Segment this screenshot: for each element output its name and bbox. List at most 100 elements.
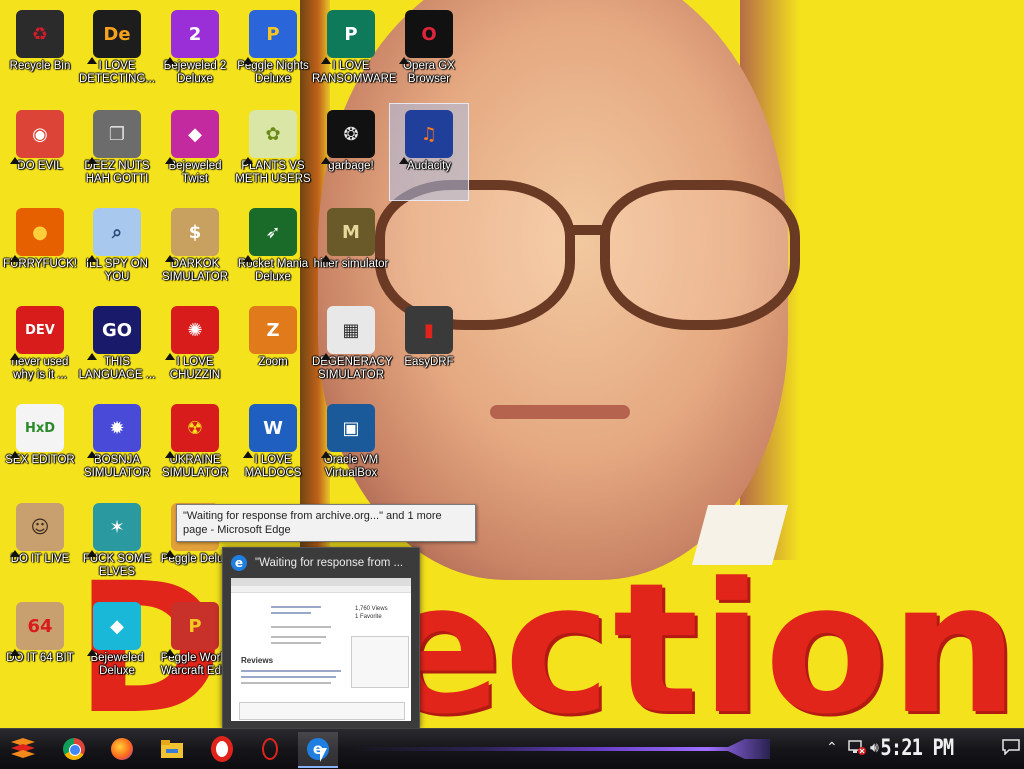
- shortcut-arrow-icon: [243, 255, 253, 262]
- preview-favorite: 1 Favorite: [355, 614, 382, 620]
- shortcut-arrow-icon: [165, 57, 175, 64]
- preview-views: 1,760 Views: [355, 606, 388, 612]
- desktop-icon-easydrf[interactable]: ▮ EasyDRF: [390, 300, 468, 396]
- shortcut-arrow-icon: [321, 157, 331, 164]
- taskbar-firefox-button[interactable]: [102, 732, 142, 766]
- diamond-icon: ◆: [87, 602, 141, 656]
- shortcut-arrow-icon: [165, 255, 175, 262]
- peggle-wow-icon: P: [165, 602, 219, 656]
- desktop-icon-never-used-why-is-it[interactable]: DEV never used why is it ...: [1, 300, 79, 396]
- desktop-icon-i-love-chuzzin[interactable]: ✺ I LOVE CHUZZIN: [156, 300, 234, 396]
- taskbar-file-explorer-button[interactable]: [152, 732, 192, 766]
- desktop-icon-sex-editor[interactable]: HxD SEX EDITOR: [1, 398, 79, 494]
- taskbar-clock[interactable]: 5:21 PM: [881, 736, 955, 761]
- preview-browser-tabs: [231, 578, 411, 586]
- bejeweled-2-icon: 2: [165, 10, 219, 64]
- stack-windows-icon: ❐: [87, 110, 141, 164]
- desktop-icon-bejeweled-2-deluxe[interactable]: 2 Bejeweled 2 Deluxe: [156, 4, 234, 100]
- shortcut-arrow-icon: [165, 550, 175, 557]
- dragon-icon: ❂: [321, 110, 375, 164]
- preview-title: "Waiting for response from ...: [255, 557, 404, 569]
- shortcut-arrow-icon: [165, 157, 175, 164]
- desktop-icon-i-love-detecting[interactable]: De I LOVE DETECTING...: [78, 4, 156, 100]
- preview-link-line: [271, 612, 311, 614]
- desktop-icon-this-language[interactable]: GO THIS LANGUAGE ...: [78, 300, 156, 396]
- desktop-icon-plants-vs-meth-users[interactable]: ✿ PLANTS VS METH USERS: [234, 104, 312, 200]
- desktop-icon-darkok-simulator[interactable]: $ DARKOK SIMULATOR: [156, 202, 234, 298]
- chrome-icon: ◉: [10, 110, 64, 164]
- desktop-icon-deez-nuts-hah-gotti[interactable]: ❐ DEEZ NUTS HAH GOTTI: [78, 104, 156, 200]
- windows-stack-icon: ▦: [321, 306, 375, 360]
- desktop-icon-garbage[interactable]: ❂ garbage!: [312, 104, 390, 200]
- shortcut-arrow-icon: [87, 255, 97, 262]
- desktop-icon-ill-spy-on-you[interactable]: ⌕ ILL SPY ON YOU: [78, 202, 156, 298]
- desktop-icon-bejeweled-twist[interactable]: ◆ Bejeweled Twist: [156, 104, 234, 200]
- preview-sidebar-box: [351, 636, 409, 688]
- desktop-icon-label: Recycle Bin: [9, 60, 71, 72]
- opera-gx-icon: [262, 738, 278, 760]
- desktop-icon-peggle-nights-deluxe[interactable]: P Peggle Nights Deluxe: [234, 4, 312, 100]
- edge-thumbnail-preview[interactable]: e "Waiting for response from ... 1,760 V…: [222, 547, 420, 729]
- chuzzle-icon: ✺: [165, 306, 219, 360]
- shortcut-arrow-icon: [87, 550, 97, 557]
- word-icon: W: [243, 404, 297, 458]
- taskbar-chrome-button[interactable]: [54, 732, 94, 766]
- shortcut-arrow-icon: [165, 451, 175, 458]
- desktop-icon-ukraine-simulator[interactable]: ☢ UKRAINE SIMULATOR: [156, 398, 234, 494]
- shortcut-arrow-icon: [87, 649, 97, 656]
- preview-text-line: [271, 636, 326, 638]
- magnifier-icon: ⌕: [87, 208, 141, 262]
- desktop-icon-fuck-some-elves[interactable]: ✶ FUCK SOME ELVES: [78, 497, 156, 593]
- file-explorer-icon: [161, 740, 183, 758]
- firefox-icon: [111, 738, 133, 760]
- preview-review-line: [241, 682, 331, 684]
- desktop-icon-do-it-64-bit[interactable]: 64 DO IT 64 BIT: [1, 596, 79, 692]
- desktop-icon-zoom[interactable]: Z Zoom: [234, 300, 312, 396]
- action-center-icon[interactable]: [1002, 739, 1020, 758]
- desktop-icon-bosnja-simulator[interactable]: ✹ BOSNJA SIMULATOR: [78, 398, 156, 494]
- desktop-icon-furryfuck[interactable]: ● FURRYFUCK!: [1, 202, 79, 298]
- show-hidden-icons-chevron-icon[interactable]: ⌃: [826, 739, 838, 756]
- desktop-icon-do-it-live[interactable]: ☺ DO IT LIVE: [1, 497, 79, 593]
- edge-icon: e: [231, 555, 247, 571]
- preview-address-bar: [231, 586, 411, 593]
- desktop-icon-bejeweled-deluxe[interactable]: ◆ Bejeweled Deluxe: [78, 596, 156, 692]
- preview-review-line: [241, 670, 341, 672]
- opera-gx-icon: O: [399, 10, 453, 64]
- shortcut-arrow-icon: [399, 57, 409, 64]
- shortcut-arrow-icon: [243, 451, 253, 458]
- volume-icon[interactable]: 🔊︎: [870, 739, 879, 756]
- desktop-icon-rocket-mania-deluxe[interactable]: ➶ Rocket Mania Deluxe: [234, 202, 312, 298]
- elf-icon: ✶: [87, 503, 141, 557]
- shortcut-arrow-icon: [165, 649, 175, 656]
- network-disconnected-icon[interactable]: [848, 739, 866, 758]
- goland-icon: GO: [87, 306, 141, 360]
- firefox-icon: ●: [10, 208, 64, 262]
- shortcut-arrow-icon: [165, 353, 175, 360]
- plants-icon: ✿: [243, 110, 297, 164]
- desktop-icon-opera-gx-browser[interactable]: O Opera GX Browser: [390, 4, 468, 100]
- preview-text-line: [271, 626, 331, 628]
- desktop-icon-degeneracy-simulator[interactable]: ▦ DEGENERACY SIMULATOR: [312, 300, 393, 396]
- hxd-icon: HxD: [10, 404, 64, 458]
- shortcut-arrow-icon: [321, 57, 331, 64]
- system-tray: ⌃ 🔊︎ 5:21 PM: [824, 729, 1024, 769]
- portrait-64-icon: 64: [10, 602, 64, 656]
- desktop-icon-hitler-simulator[interactable]: Mhitler simulator: [312, 202, 390, 298]
- taskbar-decoration: [350, 739, 770, 759]
- shortcut-arrow-icon: [10, 550, 20, 557]
- start-menu-icon: [11, 738, 35, 758]
- devcpp-icon: DEV: [10, 306, 64, 360]
- bejeweled-twist-icon: ◆: [165, 110, 219, 164]
- desktop-icon-recycle-bin[interactable]: ♻ Recycle Bin: [1, 4, 79, 100]
- desktop-icon-do-evil[interactable]: ◉ DO EVIL: [1, 104, 79, 200]
- desktop-icon-oracle-vm-virtualbox[interactable]: ▣ Oracle VM VirtualBox: [312, 398, 390, 494]
- taskbar-opera-gx-button[interactable]: [250, 732, 290, 766]
- taskbar-opera-button[interactable]: [202, 732, 242, 766]
- taskbar-edge-button[interactable]: e: [298, 732, 338, 768]
- desktop-icon-i-love-maldocs[interactable]: WI LOVE MALDOCS: [234, 398, 312, 494]
- desktop-icon-i-love-ransomware[interactable]: PI LOVE RANSOMWARE: [312, 4, 397, 100]
- mine-icon: ✹: [87, 404, 141, 458]
- start-button[interactable]: [6, 733, 40, 765]
- desktop-icon-audacity[interactable]: ♫ Audacity: [389, 103, 469, 201]
